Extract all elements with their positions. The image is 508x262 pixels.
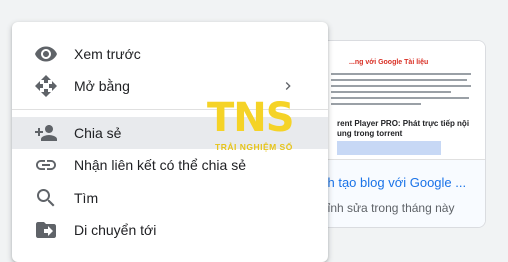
chevron-right-icon bbox=[285, 82, 291, 90]
file-thumbnail: ...ng với Google Tài liệu rent Player PR… bbox=[301, 41, 485, 160]
eye-icon bbox=[35, 46, 57, 62]
thumbnail-heading: rent Player PRO: Phát trực tiếp nội ung … bbox=[337, 119, 469, 139]
thumbnail-heading-line-2: ung trong torrent bbox=[337, 129, 403, 138]
menu-item-find[interactable]: Tìm bbox=[12, 182, 328, 214]
menu-item-label: Di chuyển tới bbox=[74, 222, 157, 238]
thumbnail-text-line bbox=[331, 103, 421, 105]
thumbnail-text-line bbox=[331, 79, 467, 81]
thumbnail-text-line bbox=[331, 73, 471, 75]
file-subtitle: hỉnh sửa trong tháng này bbox=[321, 201, 455, 215]
watermark-logo: TNS TRẢI NGHIỆM SỐ bbox=[207, 98, 302, 158]
logo-brand: TNS bbox=[207, 95, 295, 141]
menu-item-preview[interactable]: Xem trước bbox=[12, 38, 328, 70]
logo-tagline: TRẢI NGHIỆM SỐ bbox=[215, 142, 293, 152]
folder-move-icon bbox=[36, 222, 56, 238]
move-arrows-icon bbox=[35, 75, 57, 97]
thumbnail-heading-line-1: rent Player PRO: Phát trực tiếp nội bbox=[337, 119, 470, 128]
file-name[interactable]: ch tạo blog với Google ... bbox=[321, 175, 466, 190]
menu-item-move-to[interactable]: Di chuyển tới bbox=[12, 214, 328, 246]
thumbnail-text-line bbox=[331, 91, 451, 93]
file-card-footer bbox=[301, 160, 485, 227]
menu-item-label: Nhận liên kết có thể chia sẻ bbox=[74, 157, 246, 173]
menu-item-label: Chia sẻ bbox=[74, 125, 122, 141]
menu-item-label: Tìm bbox=[74, 190, 99, 206]
thumbnail-text-line bbox=[331, 85, 471, 87]
thumbnail-title: ...ng với Google Tài liệu bbox=[349, 59, 429, 66]
person-add-icon bbox=[35, 125, 57, 141]
thumbnail-text-line bbox=[331, 97, 469, 99]
menu-item-label: Mở bằng bbox=[74, 78, 130, 94]
search-icon bbox=[37, 189, 55, 207]
thumbnail-image bbox=[337, 141, 441, 155]
menu-item-label: Xem trước bbox=[74, 46, 141, 62]
link-icon bbox=[36, 160, 56, 170]
